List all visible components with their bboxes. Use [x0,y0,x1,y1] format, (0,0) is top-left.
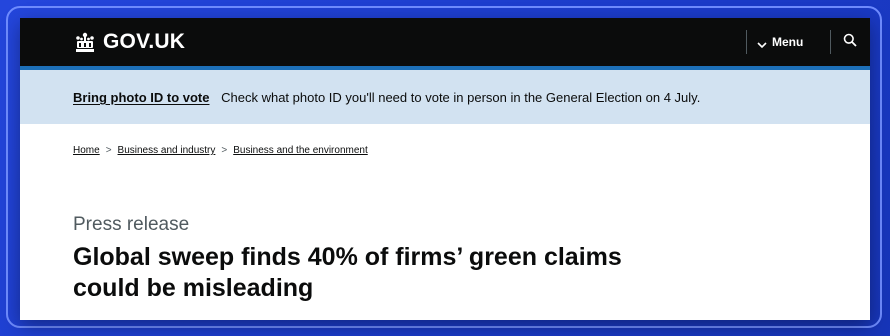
search-button[interactable] [838,30,862,54]
banner-message: Check what photo ID you'll need to vote … [221,90,701,105]
chevron-right-icon: > [105,145,112,156]
page-caption: Press release [73,214,190,235]
header-divider [746,30,747,54]
banner-content: Bring photo ID to vote Check what photo … [73,90,700,105]
govuk-logo-link[interactable]: GOV.UK [73,28,185,56]
menu-label: Menu [772,35,804,49]
logo-text: GOV.UK [103,30,186,53]
menu-button[interactable]: Menu [757,31,803,53]
chevron-down-icon [757,38,767,49]
browser-viewport: GOV.UK Menu Bring photo ID to vote Check… [20,18,870,320]
page-title: Global sweep finds 40% of firms’ green c… [73,243,622,302]
site-header: GOV.UK Menu [20,18,870,66]
header-divider [830,30,831,54]
photo-id-link[interactable]: Bring photo ID to vote [73,90,209,105]
breadcrumb-home[interactable]: Home [73,145,100,156]
breadcrumb: Home > Business and industry > Business … [73,145,368,156]
breadcrumb-business-and-industry[interactable]: Business and industry [118,145,216,156]
breadcrumb-business-and-the-environment[interactable]: Business and the environment [233,145,368,156]
search-icon [843,33,857,52]
crown-icon [73,31,97,53]
election-banner: Bring photo ID to vote Check what photo … [20,70,870,124]
chevron-right-icon: > [221,145,228,156]
